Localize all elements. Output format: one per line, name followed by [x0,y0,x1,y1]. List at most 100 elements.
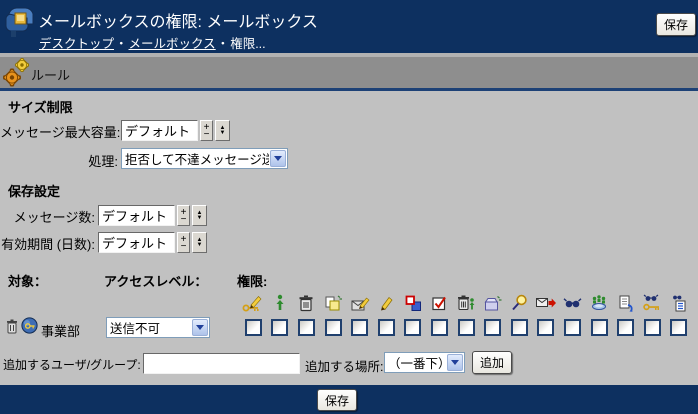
breadcrumb-link-desktop[interactable]: デスクトップ [39,37,114,51]
permission-checkbox-cell [373,317,400,337]
message-count-plusminus-button[interactable]: +− [177,205,190,226]
permission-checkbox[interactable] [564,319,581,336]
group-icon [21,317,38,334]
permission-checkbox[interactable] [644,319,661,336]
permission-checkbox[interactable] [484,319,501,336]
glasses-icon [559,292,586,314]
permission-checkbox[interactable] [670,319,687,336]
permission-checkbox[interactable] [378,319,395,336]
member-name: 事業部 [41,321,80,340]
max-size-label: メッセージ最大容量: [0,122,118,141]
permission-checkbox[interactable] [431,319,448,336]
permission-checkbox[interactable] [458,319,475,336]
permission-checkbox-cell [639,317,666,337]
permission-checkbox-cell [320,317,347,337]
permission-checkbox-cell [586,317,613,337]
permission-checkbox-cell [479,317,506,337]
chevron-down-icon [447,354,463,371]
storage-section-title: 保存設定 [8,181,60,200]
permission-checkbox[interactable] [511,319,528,336]
permission-checkbox[interactable] [617,319,634,336]
permission-checkbox[interactable] [404,319,421,336]
mail-pencil-icon [346,292,373,314]
permission-checkbox-cell [666,317,693,337]
permission-icon-row [240,292,692,314]
permission-checkbox-cell [267,317,294,337]
trash-person-icon [453,292,480,314]
size-section-title: サイズ制限 [8,97,73,116]
permission-checkbox-row [240,317,692,337]
message-count-label: メッセージ数: [0,207,95,226]
toolbar-label: ルール [31,65,70,84]
person-icon [267,292,294,314]
permission-checkbox-cell [559,317,586,337]
glasses-key-icon [639,292,666,314]
copy-note-icon [320,292,347,314]
add-user-label: 追加するユーザ/グループ: [3,356,141,373]
permission-checkbox-cell [533,317,560,337]
breadcrumb-separator: ・ [216,37,231,51]
breadcrumb-current: 権限... [230,37,265,51]
message-count-updown-button[interactable]: ▲▼ [192,205,207,226]
permission-checkbox[interactable] [351,319,368,336]
doc-arrow-icon [612,292,639,314]
mail-arrow-icon [533,292,560,314]
permission-checkbox-cell [426,317,453,337]
permission-checkbox[interactable] [591,319,608,336]
retention-plusminus-button[interactable]: +− [177,232,190,253]
rules-toolbar: ルール [0,57,698,91]
doc-list-icon [666,292,693,314]
chevron-down-icon [270,150,286,167]
checkbox-checked-icon [426,292,453,314]
gears-icon [2,57,32,88]
delete-row-trash-icon[interactable] [6,319,18,334]
permission-checkbox-cell [612,317,639,337]
rights-header: 権限: [237,271,267,290]
permission-checkbox[interactable] [325,319,342,336]
chevron-down-icon [192,319,208,336]
permission-checkbox[interactable] [271,319,288,336]
permission-checkbox[interactable] [537,319,554,336]
mailbox-permissions-window: メールボックスの権限: メールボックス デスクトップ・メールボックス・権限...… [0,0,698,414]
save-button-bottom[interactable]: 保存 [317,389,357,411]
permission-checkbox-cell [293,317,320,337]
max-size-updown-button[interactable]: ▲▼ [215,120,230,141]
retention-updown-button[interactable]: ▲▼ [192,232,207,253]
access-level-select[interactable]: 送信不可 [106,317,210,338]
add-place-label: 追加する場所: [305,356,383,375]
pencil-icon [373,292,400,314]
permission-checkbox-cell [506,317,533,337]
retention-label: 有効期間 (日数): [0,234,95,253]
page-title: メールボックスの権限: メールボックス [38,8,318,32]
target-header: 対象： [8,271,47,290]
mailbox-icon [3,4,35,40]
magnifier-icon [506,292,533,314]
breadcrumb: デスクトップ・メールボックス・権限... [39,33,266,52]
message-count-input[interactable] [98,205,175,226]
max-size-plusminus-button[interactable]: +− [200,120,213,141]
access-level-header: アクセスレベル： [104,271,207,290]
key-pencil-icon [240,292,267,314]
footer: 保存 [0,385,698,414]
add-place-select[interactable]: （一番下） [384,352,465,373]
add-button[interactable]: 追加 [472,351,512,374]
squares-icon [400,292,427,314]
permission-checkbox-cell [346,317,373,337]
retention-input[interactable] [98,232,175,253]
action-label: 処理: [0,151,118,170]
folder-ticks-icon [479,292,506,314]
add-user-input[interactable] [143,353,300,374]
header: メールボックスの権限: メールボックス デスクトップ・メールボックス・権限...… [0,0,698,53]
permission-checkbox[interactable] [245,319,262,336]
permission-checkbox-cell [453,317,480,337]
breadcrumb-separator: ・ [114,37,129,51]
action-select[interactable]: 拒否して不達メッセージ送信 [121,148,288,169]
permission-checkbox-cell [240,317,267,337]
people-table-icon [586,292,613,314]
save-button-top[interactable]: 保存 [656,13,696,36]
permission-checkbox[interactable] [298,319,315,336]
max-size-input[interactable] [121,120,198,141]
breadcrumb-link-mailbox[interactable]: メールボックス [129,37,216,51]
trash-icon [293,292,320,314]
permission-checkbox-cell [400,317,427,337]
